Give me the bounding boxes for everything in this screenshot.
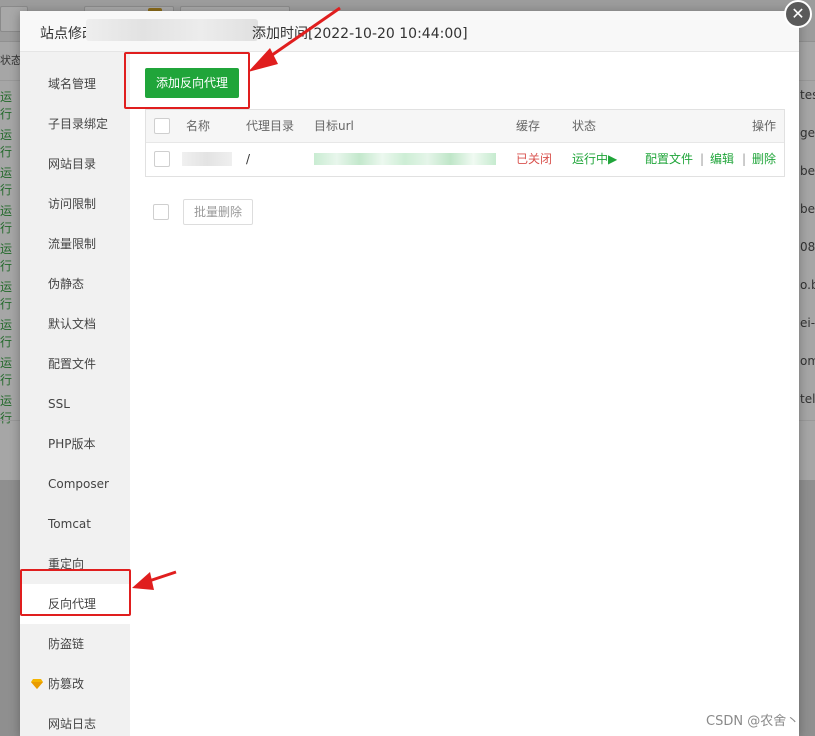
action-separator: | [742, 152, 747, 166]
sidebar-item-tomcat[interactable]: Tomcat [20, 504, 130, 544]
col-actions: 操作 [752, 119, 777, 133]
blurred-proxy-name [182, 152, 232, 166]
background-row-fragment: ei- [800, 316, 815, 330]
delete-link[interactable]: 删除 [752, 143, 776, 176]
background-row-fragment: 081 [800, 240, 815, 254]
background-row-fragment: om. [800, 354, 815, 368]
site-edit-modal: 站点修改 添加时间[2022-10-20 10:44:00] 域名管理 子目录绑… [20, 11, 799, 736]
proxy-dir-value: / [246, 152, 251, 166]
background-row-status: 运行 [0, 356, 13, 387]
background-row-fragment: tel [800, 392, 815, 406]
sidebar-item-php-version[interactable]: PHP版本 [20, 424, 130, 464]
background-row-status: 运行 [0, 280, 13, 311]
background-row-status: 运行 [0, 128, 13, 159]
sidebar-item-config-file[interactable]: 配置文件 [20, 344, 130, 384]
background-row-status: 运行 [0, 204, 13, 235]
sidebar-item-site-log[interactable]: 网站日志 [20, 704, 130, 736]
table-row: / 已关闭 运行中▶ 配置文件 | 编辑 | 删除 [146, 143, 784, 176]
sidebar-item-rewrite[interactable]: 伪静态 [20, 264, 130, 304]
csdn-watermark: CSDN @农舍丶 [706, 714, 800, 729]
modal-title-added-time: 添加时间[2022-10-20 10:44:00] [252, 26, 468, 42]
select-all-checkbox[interactable] [154, 118, 170, 134]
background-row-status: 运行 [0, 318, 13, 349]
gem-icon [31, 679, 43, 689]
sidebar-item-site-dir[interactable]: 网站目录 [20, 144, 130, 184]
sidebar-item-subdir[interactable]: 子目录绑定 [20, 104, 130, 144]
sidebar-item-access-limit[interactable]: 访问限制 [20, 184, 130, 224]
blurred-site-name [86, 19, 258, 41]
sidebar-item-reverse-proxy[interactable]: 反向代理 [20, 584, 130, 624]
col-target-url: 目标url [314, 119, 354, 133]
sidebar-item-default-doc[interactable]: 默认文档 [20, 304, 130, 344]
background-row-fragment: tes [800, 88, 815, 102]
sidebar-item-ssl[interactable]: SSL [20, 384, 130, 424]
run-status-toggle[interactable]: 运行中▶ [572, 143, 617, 176]
config-file-link[interactable]: 配置文件 [645, 143, 693, 176]
add-reverse-proxy-button[interactable]: 添加反向代理 [145, 68, 239, 98]
reverse-proxy-panel: 添加反向代理 名称 代理目录 目标url 缓存 状态 操作 / 已关闭 运行中▶… [130, 52, 799, 736]
background-row-status: 运行 [0, 166, 13, 197]
col-status: 状态 [572, 119, 597, 133]
modal-sidebar: 域名管理 子目录绑定 网站目录 访问限制 流量限制 伪静态 默认文档 配置文件 … [20, 52, 130, 736]
row-checkbox[interactable] [154, 151, 170, 167]
background-state-label: 状态 [0, 54, 22, 67]
sidebar-item-domain[interactable]: 域名管理 [20, 64, 130, 104]
background-row-fragment: bei [800, 164, 815, 178]
background-row-fragment: bei- [800, 202, 815, 216]
modal-header: 站点修改 添加时间[2022-10-20 10:44:00] [20, 11, 799, 52]
background-row-status: 运行 [0, 242, 13, 273]
sidebar-item-tamper-proof[interactable]: 防篡改 [20, 664, 130, 704]
edit-link[interactable]: 编辑 [710, 143, 734, 176]
batch-delete-button[interactable]: 批量删除 [183, 199, 253, 225]
sidebar-item-traffic-limit[interactable]: 流量限制 [20, 224, 130, 264]
col-name: 名称 [186, 119, 211, 133]
background-row-fragment: o.b [800, 278, 815, 292]
sidebar-item-composer[interactable]: Composer [20, 464, 130, 504]
batch-select-checkbox[interactable] [153, 204, 169, 220]
action-separator: | [700, 152, 705, 166]
cache-status[interactable]: 已关闭 [516, 143, 552, 176]
col-cache: 缓存 [516, 119, 541, 133]
blurred-target-url [314, 153, 496, 165]
background-row-status: 运行 [0, 90, 13, 121]
proxy-table: 名称 代理目录 目标url 缓存 状态 操作 / 已关闭 运行中▶ 配置文件 |… [145, 109, 785, 177]
close-icon[interactable]: ✕ [784, 0, 812, 28]
sidebar-item-hotlink[interactable]: 防盗链 [20, 624, 130, 664]
background-row-fragment: ge [800, 126, 815, 140]
table-header: 名称 代理目录 目标url 缓存 状态 操作 [146, 110, 784, 143]
col-proxy-dir: 代理目录 [246, 119, 295, 133]
sidebar-item-label: 防篡改 [48, 677, 85, 691]
sidebar-item-redirect[interactable]: 重定向 [20, 544, 130, 584]
